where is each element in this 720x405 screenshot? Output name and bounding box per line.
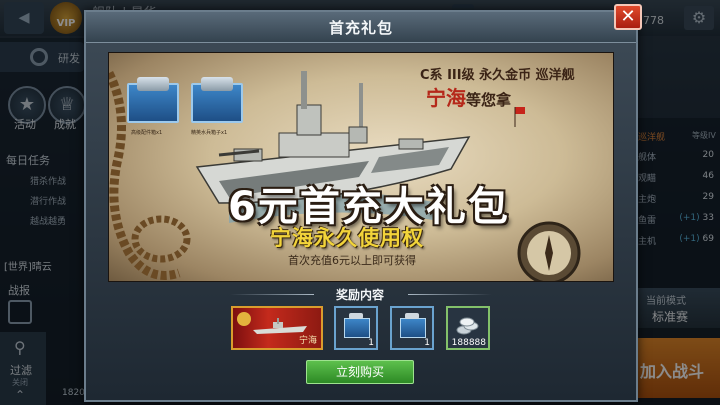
reward-sailor-box[interactable]: 1 bbox=[390, 306, 434, 350]
dialog-header: 首充礼包 bbox=[86, 12, 636, 43]
dialog-title: 首充礼包 bbox=[328, 19, 393, 37]
reward-accessory-box[interactable]: 1 bbox=[334, 306, 378, 350]
box-icon bbox=[344, 313, 370, 338]
reward-silver[interactable]: 188888 bbox=[446, 306, 490, 350]
close-button[interactable]: ✕ bbox=[614, 4, 642, 30]
reward-count: 1 bbox=[368, 338, 374, 348]
rewards-title: 奖励内容 bbox=[335, 288, 384, 302]
promo-subheadline: 宁海永久使用权 bbox=[270, 226, 424, 250]
accessory-box-icon bbox=[127, 77, 179, 123]
box-icon bbox=[400, 313, 426, 338]
medal-icon bbox=[237, 312, 251, 326]
reward-ship-ninghai[interactable]: 宁海 bbox=[231, 306, 323, 350]
coin-stack-icon bbox=[456, 317, 479, 335]
ship-description: C系 III级 永久金币 巡洋舰 bbox=[420, 68, 575, 83]
buy-now-button[interactable]: 立刻购买 bbox=[306, 360, 414, 384]
banner-item-label: 高级配件箱x1 bbox=[131, 130, 163, 136]
reward-count: 188888 bbox=[451, 338, 486, 348]
banner-item-label: 精英水兵箱子x1 bbox=[191, 130, 228, 136]
promo-note: 首次充值6元以上即可获得 bbox=[288, 254, 416, 267]
reward-count: 1 bbox=[424, 338, 430, 348]
ship-name-caption: 宁海等您拿 bbox=[426, 86, 512, 110]
sailor-box-icon bbox=[191, 77, 243, 123]
